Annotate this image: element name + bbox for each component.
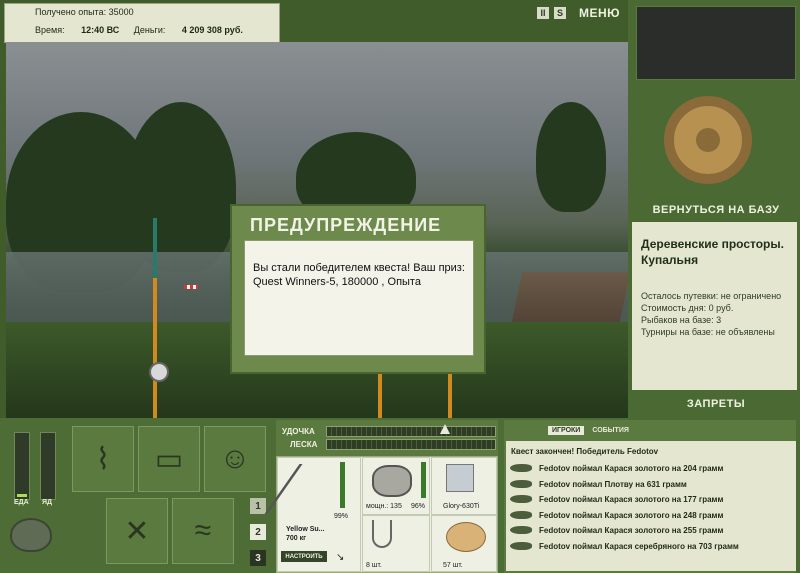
- tree-cluster: [126, 102, 236, 272]
- log-entry-text: Fedotov поймал Карася золотого на 177 гр…: [539, 495, 724, 505]
- rod-tension-label: УДОЧКА: [282, 427, 315, 436]
- fish-icon: [510, 542, 532, 550]
- log-entry: Fedotov поймал Карася серебряного на 703…: [510, 541, 794, 553]
- line-spool-icon: [446, 464, 474, 492]
- exp-label: Получено опыта:: [35, 7, 107, 17]
- log-entry: Fedotov поймал Карася золотого на 177 гр…: [510, 494, 794, 506]
- fish-icon: [510, 479, 532, 488]
- return-to-base-button[interactable]: ВЕРНУТЬСЯ НА БАЗУ: [636, 204, 796, 216]
- dialog-message-line: Quest Winners-5, 180000 , Опыта: [253, 276, 421, 288]
- kettle-icon[interactable]: [10, 518, 52, 552]
- food-meter-fill: [17, 493, 27, 497]
- log-entry: Fedotov поймал Карася золотого на 255 гр…: [510, 525, 794, 537]
- tab-players[interactable]: ИГРОКИ: [548, 426, 585, 435]
- log-entry: Fedotov поймал Карася золотого на 248 гр…: [510, 510, 794, 522]
- line-tension-bar: [326, 439, 496, 450]
- tension-marker-icon: [440, 424, 450, 434]
- rod-condition-bar: [340, 462, 345, 508]
- poison-meter: [40, 432, 56, 500]
- rod-name: Yellow Su...: [286, 526, 325, 533]
- slot-3-button[interactable]: 3: [250, 550, 266, 566]
- log-entry: Fedotov поймал Плотву на 631 грамм: [510, 479, 794, 491]
- tournaments-info: Турниры на базе: не объявлены: [641, 327, 775, 337]
- ship-wheel-icon[interactable]: [664, 96, 752, 184]
- fish-icon[interactable]: ≈: [172, 498, 234, 564]
- log-entry-text: Fedotov поймал Карася золотого на 204 гр…: [539, 464, 724, 473]
- line-name: Glory-630Ti: [443, 503, 480, 510]
- slot-1-button[interactable]: 1: [250, 498, 266, 514]
- fishing-rod-1[interactable]: [153, 218, 157, 418]
- float-icon[interactable]: [184, 285, 198, 289]
- bans-button[interactable]: ЗАПРЕТЫ: [636, 398, 796, 410]
- day-cost-info: Стоимость дня: 0 руб.: [641, 303, 734, 313]
- reel-image-icon: [372, 465, 412, 497]
- bait-count: 57 шт.: [443, 562, 463, 569]
- fish-icon: [510, 464, 532, 472]
- fish-icon: [510, 526, 532, 535]
- log-entry-text: Fedotov поймал Плотву на 631 грамм: [539, 479, 687, 489]
- hook-icon: [372, 520, 392, 548]
- line-tension-label: ЛЕСКА: [290, 440, 318, 449]
- arrow-icon: ↘: [336, 552, 345, 563]
- menu-button[interactable]: МЕНЮ: [579, 6, 620, 20]
- time-value: 12:40 ВС: [81, 25, 120, 35]
- voucher-info: Осталось путевки: не ограничено: [641, 291, 782, 301]
- base-name-line: Деревенские просторы.: [641, 237, 784, 251]
- reel-icon: [149, 362, 169, 382]
- player-info-panel: Получено опыта: 35000 Время: 12:40 ВС Де…: [4, 3, 280, 43]
- log-entry: Fedotov поймал Карася золотого на 204 гр…: [510, 463, 794, 475]
- tab-events[interactable]: СОБЫТИЯ: [588, 426, 633, 435]
- tackle-box-icon[interactable]: ▭: [138, 426, 200, 492]
- slot-2-button[interactable]: 2: [250, 524, 266, 540]
- exp-value: 35000: [108, 7, 134, 17]
- food-meter: [14, 432, 30, 500]
- poison-label: ЯД: [42, 499, 53, 506]
- fishing-rod-3[interactable]: [448, 372, 452, 418]
- rod-tension-bar: [326, 426, 496, 437]
- log-entry-text: Fedotov поймал Карася золотого на 248 гр…: [539, 510, 724, 520]
- minimap-area: [636, 6, 796, 80]
- log-entry-text: Fedotov поймал Карася золотого на 255 гр…: [539, 526, 724, 536]
- money-label: Деньги:: [133, 25, 166, 35]
- bread-icon: [446, 522, 486, 552]
- money-value: 4 209 308 руб.: [181, 25, 243, 35]
- tree-cluster: [536, 102, 606, 212]
- fishing-rod-2[interactable]: [378, 372, 382, 418]
- fisherman-icon[interactable]: ☺: [204, 426, 266, 492]
- top-controls: II S МЕНЮ: [537, 6, 620, 20]
- reel-condition-bar: [421, 462, 426, 498]
- anglers-info: Рыбаков на базе: 3: [641, 315, 722, 325]
- food-label: ЕДА: [14, 499, 29, 506]
- pause-button[interactable]: II: [537, 7, 549, 19]
- hooks-count: 8 шт.: [366, 562, 382, 569]
- fork-knife-icon[interactable]: ✕: [106, 498, 168, 564]
- sound-button[interactable]: S: [554, 7, 566, 19]
- log-entry-text: Fedotov поймал Карася серебряного на 703…: [539, 542, 739, 551]
- base-name-line: Купальня: [641, 253, 699, 267]
- base-info-panel: Деревенские просторы. Купальня Осталось …: [632, 222, 797, 390]
- setup-button[interactable]: НАСТРОИТЬ: [281, 551, 327, 562]
- fish-icon: [510, 510, 532, 519]
- reel-power: мощн.: 135: [366, 503, 402, 510]
- rod-weight: 700 кг: [286, 535, 307, 542]
- rod-icon[interactable]: ⌇: [72, 426, 134, 492]
- reel-condition: 96%: [411, 503, 426, 510]
- fish-icon: [510, 495, 532, 504]
- dialog-message-line: Вы стали победителем квеста! Ваш приз:: [253, 262, 465, 274]
- log-tabs: ИГРОКИ СОБЫТИЯ: [548, 426, 633, 435]
- log-header: Квест закончен! Победитель Fedotov: [511, 447, 659, 456]
- time-label: Время:: [35, 25, 65, 35]
- rod-condition: 99%: [334, 513, 349, 520]
- dialog-message: Вы стали победителем квеста! Ваш приз: Q…: [244, 240, 474, 356]
- dialog-title: ПРЕДУПРЕЖДЕНИЕ: [250, 215, 442, 235]
- warning-dialog[interactable]: ПРЕДУПРЕЖДЕНИЕ Вы стали победителем квес…: [230, 204, 486, 374]
- base-name: Деревенские просторы. Купальня: [641, 236, 789, 268]
